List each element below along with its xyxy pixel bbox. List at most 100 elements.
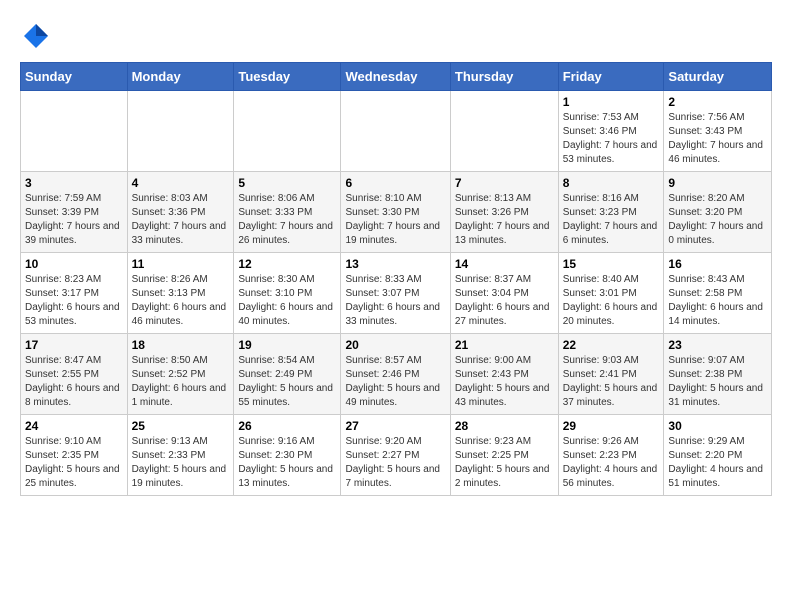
day-number: 11 (132, 257, 230, 271)
day-number: 21 (455, 338, 554, 352)
day-number: 20 (345, 338, 445, 352)
day-number: 16 (668, 257, 767, 271)
day-number: 22 (563, 338, 660, 352)
day-number: 27 (345, 419, 445, 433)
day-number: 8 (563, 176, 660, 190)
day-number: 12 (238, 257, 336, 271)
day-info: Sunrise: 8:03 AM Sunset: 3:36 PM Dayligh… (132, 192, 230, 248)
calendar-cell (127, 91, 234, 172)
calendar-cell: 20 Sunrise: 8:57 AM Sunset: 2:46 PM Dayli… (341, 334, 450, 415)
day-number: 4 (132, 176, 230, 190)
day-info: Sunrise: 8:30 AM Sunset: 3:10 PM Dayligh… (238, 273, 336, 329)
day-number: 30 (668, 419, 767, 433)
day-info: Sunrise: 8:26 AM Sunset: 3:13 PM Dayligh… (132, 273, 230, 329)
day-info: Sunrise: 9:00 AM Sunset: 2:43 PM Dayligh… (455, 354, 554, 410)
calendar-cell: 28 Sunrise: 9:23 AM Sunset: 2:25 PM Dayli… (450, 415, 558, 496)
calendar-cell: 15 Sunrise: 8:40 AM Sunset: 3:01 PM Dayli… (558, 253, 664, 334)
day-info: Sunrise: 7:59 AM Sunset: 3:39 PM Dayligh… (25, 192, 123, 248)
weekday-header-wednesday: Wednesday (341, 63, 450, 91)
calendar-cell: 16 Sunrise: 8:43 AM Sunset: 2:58 PM Dayli… (664, 253, 772, 334)
day-number: 24 (25, 419, 123, 433)
day-number: 19 (238, 338, 336, 352)
day-info: Sunrise: 8:10 AM Sunset: 3:30 PM Dayligh… (345, 192, 445, 248)
logo-icon (20, 20, 52, 52)
page-header (20, 20, 772, 52)
calendar-cell: 12 Sunrise: 8:30 AM Sunset: 3:10 PM Dayli… (234, 253, 341, 334)
day-info: Sunrise: 9:26 AM Sunset: 2:23 PM Dayligh… (563, 435, 660, 491)
day-number: 9 (668, 176, 767, 190)
calendar-cell: 26 Sunrise: 9:16 AM Sunset: 2:30 PM Dayli… (234, 415, 341, 496)
calendar-table: SundayMondayTuesdayWednesdayThursdayFrid… (20, 62, 772, 496)
calendar-cell: 8 Sunrise: 8:16 AM Sunset: 3:23 PM Daylig… (558, 172, 664, 253)
day-number: 2 (668, 95, 767, 109)
day-info: Sunrise: 8:57 AM Sunset: 2:46 PM Dayligh… (345, 354, 445, 410)
day-number: 6 (345, 176, 445, 190)
weekday-header-tuesday: Tuesday (234, 63, 341, 91)
calendar-cell: 22 Sunrise: 9:03 AM Sunset: 2:41 PM Dayli… (558, 334, 664, 415)
day-number: 23 (668, 338, 767, 352)
day-number: 29 (563, 419, 660, 433)
day-info: Sunrise: 8:50 AM Sunset: 2:52 PM Dayligh… (132, 354, 230, 410)
calendar-cell (21, 91, 128, 172)
day-number: 18 (132, 338, 230, 352)
calendar-cell: 4 Sunrise: 8:03 AM Sunset: 3:36 PM Daylig… (127, 172, 234, 253)
weekday-header-sunday: Sunday (21, 63, 128, 91)
logo (20, 20, 56, 52)
day-number: 15 (563, 257, 660, 271)
calendar-cell: 25Sunrise: 9:13 AM Sunset: 2:33 PM Dayli… (127, 415, 234, 496)
day-info: Sunrise: 8:47 AM Sunset: 2:55 PM Dayligh… (25, 354, 123, 410)
calendar-cell: 14 Sunrise: 8:37 AM Sunset: 3:04 PM Dayli… (450, 253, 558, 334)
calendar-cell: 2 Sunrise: 7:56 AM Sunset: 3:43 PM Daylig… (664, 91, 772, 172)
day-info: Sunrise: 9:20 AM Sunset: 2:27 PM Dayligh… (345, 435, 445, 491)
day-info: Sunrise: 8:13 AM Sunset: 3:26 PM Dayligh… (455, 192, 554, 248)
day-info: Sunrise: 8:37 AM Sunset: 3:04 PM Dayligh… (455, 273, 554, 329)
calendar-cell: 3 Sunrise: 7:59 AM Sunset: 3:39 PM Daylig… (21, 172, 128, 253)
calendar-cell: 1 Sunrise: 7:53 AM Sunset: 3:46 PM Daylig… (558, 91, 664, 172)
calendar-cell: 24 Sunrise: 9:10 AM Sunset: 2:35 PM Dayli… (21, 415, 128, 496)
day-info: Sunrise: 9:03 AM Sunset: 2:41 PM Dayligh… (563, 354, 660, 410)
calendar-cell: 29 Sunrise: 9:26 AM Sunset: 2:23 PM Dayli… (558, 415, 664, 496)
calendar-cell: 17 Sunrise: 8:47 AM Sunset: 2:55 PM Dayli… (21, 334, 128, 415)
calendar-cell (450, 91, 558, 172)
calendar-cell: 10 Sunrise: 8:23 AM Sunset: 3:17 PM Dayli… (21, 253, 128, 334)
calendar-cell: 5 Sunrise: 8:06 AM Sunset: 3:33 PM Daylig… (234, 172, 341, 253)
day-info: Sunrise: 9:10 AM Sunset: 2:35 PM Dayligh… (25, 435, 123, 491)
weekday-header-monday: Monday (127, 63, 234, 91)
day-info: Sunrise: 9:13 AM Sunset: 2:33 PM Dayligh… (132, 435, 230, 491)
day-info: Sunrise: 8:43 AM Sunset: 2:58 PM Dayligh… (668, 273, 767, 329)
day-number: 26 (238, 419, 336, 433)
weekday-header-friday: Friday (558, 63, 664, 91)
calendar-cell: 18 Sunrise: 8:50 AM Sunset: 2:52 PM Dayli… (127, 334, 234, 415)
day-info: Sunrise: 9:16 AM Sunset: 2:30 PM Dayligh… (238, 435, 336, 491)
day-number: 7 (455, 176, 554, 190)
day-info: Sunrise: 9:07 AM Sunset: 2:38 PM Dayligh… (668, 354, 767, 410)
day-info: Sunrise: 9:23 AM Sunset: 2:25 PM Dayligh… (455, 435, 554, 491)
calendar-cell: 9 Sunrise: 8:20 AM Sunset: 3:20 PM Daylig… (664, 172, 772, 253)
day-number: 14 (455, 257, 554, 271)
day-number: 5 (238, 176, 336, 190)
day-info: Sunrise: 8:20 AM Sunset: 3:20 PM Dayligh… (668, 192, 767, 248)
day-number: 17 (25, 338, 123, 352)
day-number: 10 (25, 257, 123, 271)
calendar-cell: 19 Sunrise: 8:54 AM Sunset: 2:49 PM Dayli… (234, 334, 341, 415)
day-info: Sunrise: 8:40 AM Sunset: 3:01 PM Dayligh… (563, 273, 660, 329)
day-info: Sunrise: 8:06 AM Sunset: 3:33 PM Dayligh… (238, 192, 336, 248)
weekday-header-thursday: Thursday (450, 63, 558, 91)
day-info: Sunrise: 8:16 AM Sunset: 3:23 PM Dayligh… (563, 192, 660, 248)
calendar-cell: 30Sunrise: 9:29 AM Sunset: 2:20 PM Dayli… (664, 415, 772, 496)
day-info: Sunrise: 8:23 AM Sunset: 3:17 PM Dayligh… (25, 273, 123, 329)
calendar-cell: 6 Sunrise: 8:10 AM Sunset: 3:30 PM Daylig… (341, 172, 450, 253)
calendar-cell: 11 Sunrise: 8:26 AM Sunset: 3:13 PM Dayli… (127, 253, 234, 334)
day-info: Sunrise: 7:53 AM Sunset: 3:46 PM Dayligh… (563, 111, 660, 167)
day-number: 28 (455, 419, 554, 433)
day-info: Sunrise: 8:54 AM Sunset: 2:49 PM Dayligh… (238, 354, 336, 410)
day-number: 1 (563, 95, 660, 109)
calendar-cell: 7 Sunrise: 8:13 AM Sunset: 3:26 PM Daylig… (450, 172, 558, 253)
day-number: 3 (25, 176, 123, 190)
calendar-cell: 21 Sunrise: 9:00 AM Sunset: 2:43 PM Dayli… (450, 334, 558, 415)
calendar-cell (234, 91, 341, 172)
calendar-cell: 13Sunrise: 8:33 AM Sunset: 3:07 PM Dayli… (341, 253, 450, 334)
day-info: Sunrise: 7:56 AM Sunset: 3:43 PM Dayligh… (668, 111, 767, 167)
calendar-cell: 23 Sunrise: 9:07 AM Sunset: 2:38 PM Dayli… (664, 334, 772, 415)
calendar-cell (341, 91, 450, 172)
